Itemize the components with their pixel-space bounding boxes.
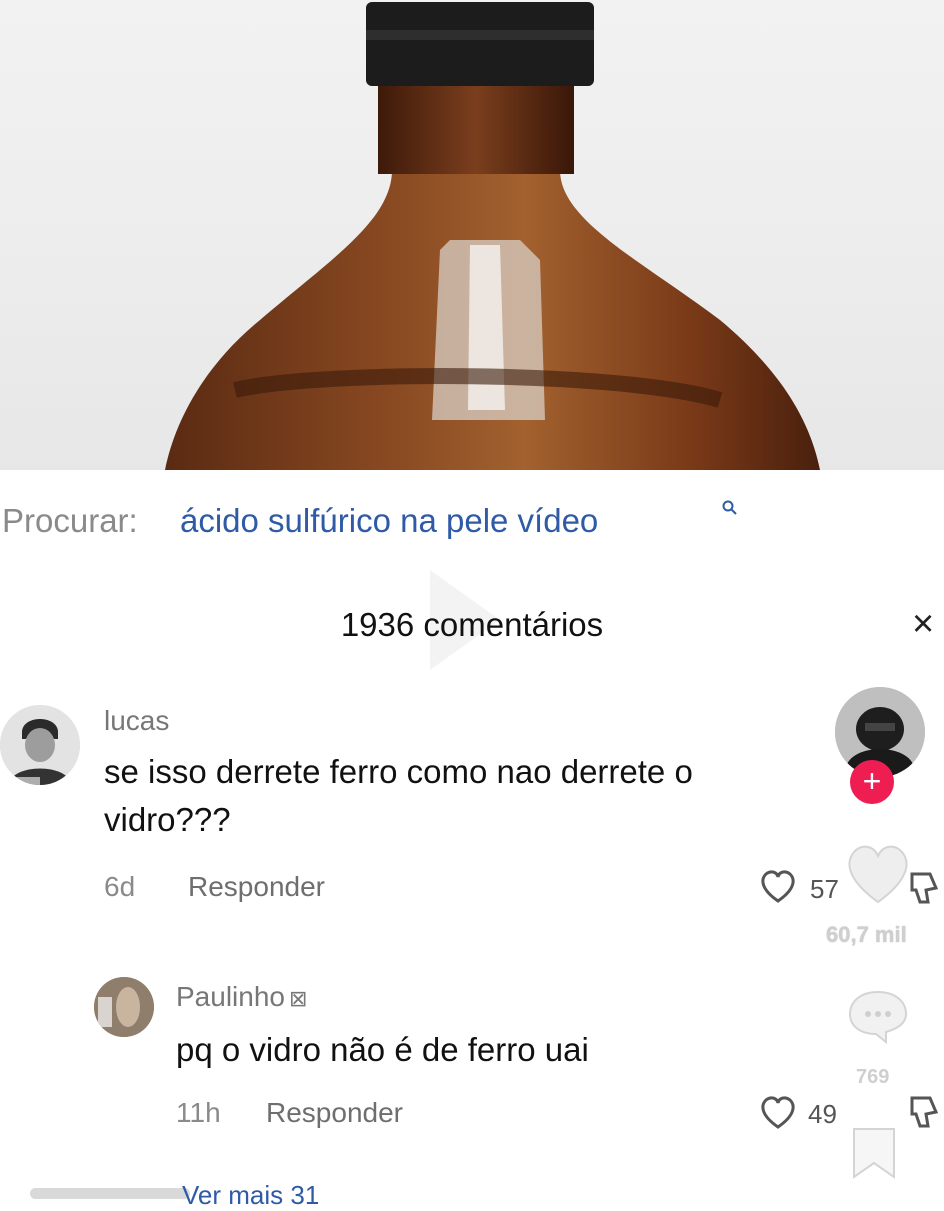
- video-player[interactable]: [0, 0, 944, 470]
- comment-time: 6d: [104, 871, 136, 902]
- like-count: 57: [810, 874, 839, 904]
- avatar[interactable]: [94, 977, 154, 1037]
- like-count: 49: [808, 1099, 837, 1129]
- bookmark-icon[interactable]: [848, 1125, 900, 1181]
- search-suggestion[interactable]: Procurar: ácido sulfúrico na pele vídeo: [0, 488, 944, 568]
- user-avatar-icon: [0, 705, 80, 785]
- comment-time: 11h: [176, 1097, 221, 1128]
- comment-text-line: se isso derrete ferro como nao derrete o: [104, 753, 693, 790]
- comment-text: pq o vidro não é de ferro uai: [176, 1031, 589, 1068]
- comment-text-line: vidro???: [104, 801, 231, 838]
- like-icon[interactable]: [842, 840, 914, 906]
- follow-button[interactable]: +: [850, 760, 894, 804]
- dislike-icon[interactable]: [906, 1092, 944, 1130]
- comment-username[interactable]: Paulinho ⊠: [176, 981, 307, 1013]
- amber-bottle-image: [165, 2, 820, 470]
- view-more-replies[interactable]: Ver mais 31: [182, 1180, 319, 1211]
- user-badge-icon: ⊠: [288, 986, 308, 1011]
- heart-icon[interactable]: [758, 868, 798, 904]
- search-prefix-label: Procurar:: [2, 502, 138, 539]
- heart-icon[interactable]: [758, 1094, 798, 1130]
- avatar[interactable]: [0, 705, 80, 785]
- comments-count-title: 1936 comentários: [340, 606, 604, 643]
- comment-text: se isso derrete ferro como nao derrete o…: [104, 748, 824, 844]
- reply-button[interactable]: Responder: [188, 871, 325, 903]
- user-avatar-icon: [94, 977, 154, 1037]
- sidebar-comment-count: 769: [856, 1066, 890, 1088]
- comment-username[interactable]: lucas: [104, 705, 169, 737]
- comment-bubble-icon[interactable]: [846, 986, 910, 1046]
- reply-button[interactable]: Responder: [266, 1097, 403, 1129]
- sidebar-like-count: 60,7 mil: [826, 922, 907, 947]
- search-icon[interactable]: [722, 500, 738, 516]
- user-avatar-stub: [30, 1188, 190, 1199]
- comment-username-label: Paulinho: [176, 981, 285, 1012]
- close-icon[interactable]: ×: [912, 603, 934, 646]
- search-query-link[interactable]: ácido sulfúrico na pele vídeo: [180, 502, 598, 540]
